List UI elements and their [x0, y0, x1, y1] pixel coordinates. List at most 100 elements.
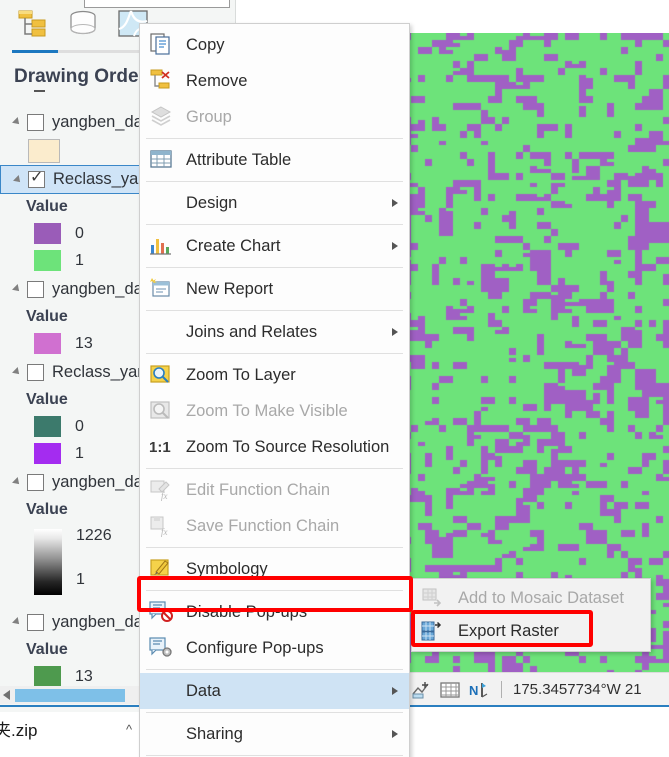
- drawing-order-header: Drawing Orde: [14, 66, 139, 87]
- menu-item-zoom-to-source-resolution[interactable]: 1:1 Zoom To Source Resolution: [140, 429, 409, 465]
- submenu-item-label: Export Raster: [458, 622, 559, 640]
- add-mosaic-icon: [420, 586, 450, 612]
- menu-item-joins-and-relates[interactable]: Joins and Relates: [140, 314, 409, 350]
- menu-item-attribute-table[interactable]: Attribute Table: [140, 142, 409, 178]
- contents-by-drawing-order-tab[interactable]: [12, 6, 54, 42]
- edit-function-icon: fx: [148, 477, 178, 503]
- menu-separator: [146, 310, 403, 311]
- symbology-icon: [148, 556, 178, 582]
- menu-item-configure-pop-ups[interactable]: Configure Pop-ups: [140, 630, 409, 666]
- grid-icon[interactable]: [439, 679, 461, 701]
- menu-separator: [146, 224, 403, 225]
- menu-item-remove[interactable]: Remove: [140, 63, 409, 99]
- menu-separator: [146, 669, 403, 670]
- menu-item-label: Symbology: [186, 559, 268, 578]
- menu-item-symbology[interactable]: Symbology: [140, 551, 409, 587]
- menu-separator: [146, 712, 403, 713]
- legend-value-label: 0: [75, 417, 84, 435]
- layer-visibility-checkbox[interactable]: [28, 168, 45, 188]
- north-arrow-icon[interactable]: N: [468, 679, 490, 701]
- layer-name-label: yangben_da: [52, 472, 143, 491]
- expander-triangle-icon[interactable]: [12, 477, 22, 487]
- symbol-swatch: [28, 139, 60, 163]
- expander-triangle-icon[interactable]: [12, 117, 22, 127]
- layer-visibility-checkbox[interactable]: [27, 280, 44, 298]
- none-icon: [148, 319, 178, 345]
- menu-separator: [146, 468, 403, 469]
- menu-item-group: Group: [140, 99, 409, 135]
- layer-name-label: Reclass_yan: [53, 170, 148, 188]
- menu-separator: [146, 590, 403, 591]
- attached-file-label: 夹.zip: [0, 721, 38, 740]
- menu-item-data[interactable]: Data: [140, 673, 409, 709]
- layer-context-menu[interactable]: Copy Remove Group Attribute Table Design …: [139, 23, 410, 757]
- legend-value-label: 1: [75, 251, 84, 269]
- submenu-chevron-right-icon: [392, 730, 398, 738]
- menu-item-label: Disable Pop-ups: [186, 602, 308, 621]
- svg-text:1:1: 1:1: [149, 439, 171, 456]
- none-icon: [148, 721, 178, 747]
- menu-item-label: Sharing: [186, 724, 243, 743]
- menu-item-label: Remove: [186, 71, 248, 90]
- database-cylinder-icon: [70, 10, 96, 35]
- layer-name-label: yangben_da: [52, 612, 143, 631]
- contents-view-tabs: [12, 6, 154, 42]
- raster-layer-canvas: [404, 33, 669, 672]
- menu-item-zoom-to-make-visible: Zoom To Make Visible: [140, 393, 409, 429]
- ramp-max-label: 1226: [76, 527, 112, 544]
- none-icon: [148, 678, 178, 704]
- save-function-icon: fx: [148, 513, 178, 539]
- menu-item-zoom-to-layer[interactable]: Zoom To Layer: [140, 357, 409, 393]
- submenu-item-export-raster[interactable]: Export Raster: [412, 615, 650, 648]
- new-report-icon: [148, 276, 178, 302]
- menu-item-label: Group: [186, 107, 232, 126]
- menu-item-edit-function-chain: fx Edit Function Chain: [140, 472, 409, 508]
- tabs-underline-active: [12, 50, 58, 53]
- legend-color-swatch: [34, 223, 61, 244]
- svg-text:fx: fx: [161, 527, 168, 537]
- legend-value-label: 13: [75, 667, 93, 685]
- group-layers-icon: [148, 104, 178, 130]
- menu-separator: [146, 267, 403, 268]
- menu-item-label: Zoom To Make Visible: [186, 401, 348, 420]
- menu-item-create-chart[interactable]: Create Chart: [140, 228, 409, 264]
- submenu-item-label: Add to Mosaic Dataset: [458, 589, 624, 607]
- scrollbar-thumb[interactable]: [15, 688, 125, 702]
- layer-visibility-checkbox[interactable]: [27, 473, 44, 491]
- menu-item-copy[interactable]: Copy: [140, 27, 409, 63]
- expander-triangle-icon[interactable]: [13, 174, 23, 185]
- layer-visibility-checkbox[interactable]: [27, 613, 44, 631]
- expander-triangle-icon[interactable]: [12, 284, 22, 294]
- map-collapse-dash: [34, 90, 45, 92]
- menu-item-design[interactable]: Design: [140, 185, 409, 221]
- legend-color-swatch: [34, 443, 61, 464]
- submenu-chevron-right-icon: [392, 199, 398, 207]
- file-caret-icon[interactable]: ^: [126, 722, 132, 737]
- layer-name-label: yangben_da: [52, 112, 143, 131]
- layers-tree-icon: [18, 10, 46, 37]
- layer-name-label: Reclass_yan: [52, 362, 147, 381]
- data-submenu[interactable]: Add to Mosaic Dataset Export Raster: [411, 578, 651, 652]
- layer-visibility-checkbox[interactable]: [27, 363, 44, 381]
- expander-triangle-icon[interactable]: [12, 617, 22, 627]
- menu-separator: [146, 755, 403, 756]
- legend-value-label: 0: [75, 224, 84, 242]
- menu-item-label: Copy: [186, 35, 225, 54]
- menu-item-label: Data: [186, 681, 221, 700]
- menu-item-label: Joins and Relates: [186, 322, 318, 341]
- expander-triangle-icon[interactable]: [12, 367, 22, 377]
- map-view[interactable]: [404, 33, 669, 672]
- menu-item-disable-pop-ups[interactable]: Disable Pop-ups: [140, 594, 409, 630]
- svg-text:N: N: [469, 683, 478, 698]
- menu-item-new-report[interactable]: New Report: [140, 271, 409, 307]
- contents-by-data-source-tab[interactable]: [62, 6, 104, 42]
- map-coordinates: 175.3457734°W 21: [513, 681, 642, 698]
- table-icon: [148, 147, 178, 173]
- selection-tool-icon[interactable]: [410, 679, 432, 701]
- menu-separator: [146, 353, 403, 354]
- configure-popup-icon: [148, 635, 178, 661]
- menu-item-label: Design: [186, 193, 238, 212]
- scroll-left-arrow-icon[interactable]: [3, 690, 10, 700]
- menu-item-sharing[interactable]: Sharing: [140, 716, 409, 752]
- layer-visibility-checkbox[interactable]: [27, 113, 44, 131]
